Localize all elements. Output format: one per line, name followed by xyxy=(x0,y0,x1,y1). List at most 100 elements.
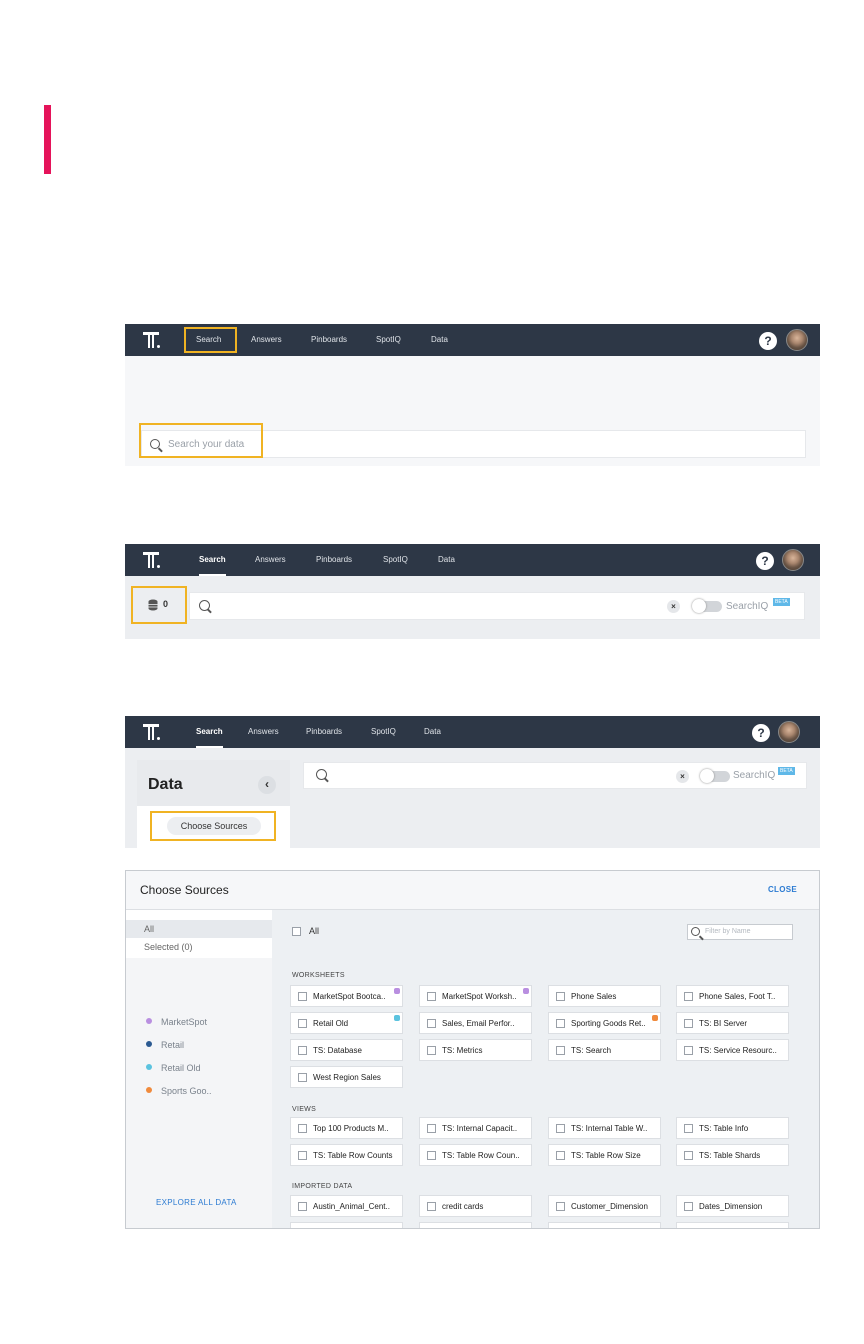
nav-spotiq[interactable]: SpotIQ xyxy=(383,544,408,576)
help-icon[interactable]: ? xyxy=(756,552,774,570)
source-card[interactable]: TS: Table Row Coun.. xyxy=(419,1144,532,1166)
source-card[interactable]: West Region Sales xyxy=(290,1066,403,1088)
source-card[interactable]: TS: Internal Capacit.. xyxy=(419,1117,532,1139)
legend-label: Retail Old xyxy=(161,1063,201,1073)
nav-spotiq[interactable]: SpotIQ xyxy=(376,324,401,356)
source-checkbox[interactable] xyxy=(556,1151,565,1160)
filter-all[interactable]: All xyxy=(126,920,272,938)
source-card[interactable]: TS: Service Resourc.. xyxy=(676,1039,789,1061)
source-checkbox[interactable] xyxy=(427,1019,436,1028)
source-card[interactable]: Austin_Animal_Cent.. xyxy=(290,1195,403,1217)
source-card[interactable]: Top 100 Products M.. xyxy=(290,1117,403,1139)
source-card[interactable]: TS: Search xyxy=(548,1039,661,1061)
source-checkbox[interactable] xyxy=(427,992,436,1001)
nav-answers[interactable]: Answers xyxy=(248,716,279,748)
source-checkbox[interactable] xyxy=(556,992,565,1001)
thoughtspot-logo-icon[interactable] xyxy=(143,724,161,742)
source-card[interactable]: Retail Old xyxy=(290,1012,403,1034)
source-checkbox[interactable] xyxy=(427,1124,436,1133)
avatar[interactable] xyxy=(782,549,804,571)
close-button[interactable]: CLOSE xyxy=(768,885,797,894)
source-card[interactable]: TS: Table Row Counts xyxy=(290,1144,403,1166)
source-checkbox[interactable] xyxy=(556,1046,565,1055)
avatar[interactable] xyxy=(778,721,800,743)
filter-selected[interactable]: Selected (0) xyxy=(126,938,272,958)
source-checkbox[interactable] xyxy=(556,1124,565,1133)
source-card[interactable] xyxy=(290,1222,403,1228)
legend-retail-old[interactable]: Retail Old xyxy=(146,1063,201,1073)
nav-search[interactable]: Search xyxy=(199,544,226,576)
source-checkbox[interactable] xyxy=(684,1202,693,1211)
thoughtspot-logo-icon[interactable] xyxy=(143,332,161,350)
searchiq-toggle[interactable] xyxy=(700,769,730,783)
source-card[interactable] xyxy=(419,1222,532,1228)
nav-data[interactable]: Data xyxy=(431,324,448,356)
nav-answers[interactable]: Answers xyxy=(255,544,286,576)
source-card[interactable] xyxy=(548,1222,661,1228)
thoughtspot-logo-icon[interactable] xyxy=(143,552,161,570)
source-card[interactable]: TS: BI Server xyxy=(676,1012,789,1034)
source-card[interactable] xyxy=(676,1222,789,1228)
clear-search-icon[interactable]: × xyxy=(667,600,680,613)
help-icon[interactable]: ? xyxy=(752,724,770,742)
nav-pinboards[interactable]: Pinboards xyxy=(306,716,342,748)
explore-all-data-link[interactable]: EXPLORE ALL DATA xyxy=(156,1198,237,1207)
nav-answers[interactable]: Answers xyxy=(251,324,282,356)
legend-retail[interactable]: Retail xyxy=(146,1040,184,1050)
source-card[interactable]: credit cards xyxy=(419,1195,532,1217)
select-all-checkbox[interactable] xyxy=(292,927,301,936)
nav-pinboards[interactable]: Pinboards xyxy=(316,544,352,576)
nav-search[interactable]: Search xyxy=(196,716,223,748)
source-card[interactable]: TS: Internal Table W.. xyxy=(548,1117,661,1139)
source-card[interactable]: TS: Metrics xyxy=(419,1039,532,1061)
source-checkbox[interactable] xyxy=(684,1019,693,1028)
source-card[interactable]: MarketSpot Bootca.. xyxy=(290,985,403,1007)
collapse-sidebar-icon[interactable]: ‹ xyxy=(258,776,276,794)
source-label: TS: BI Server xyxy=(699,1019,748,1028)
source-checkbox[interactable] xyxy=(298,1202,307,1211)
source-card[interactable]: Phone Sales, Foot T.. xyxy=(676,985,789,1007)
legend-sports-goods[interactable]: Sports Goo.. xyxy=(146,1086,212,1096)
source-checkbox[interactable] xyxy=(298,1019,307,1028)
source-checkbox[interactable] xyxy=(684,1151,693,1160)
source-card[interactable]: Sales, Email Perfor.. xyxy=(419,1012,532,1034)
source-checkbox[interactable] xyxy=(427,1046,436,1055)
search-bar[interactable]: × SearchIQ BETA xyxy=(189,592,805,620)
sidebar-title: Data xyxy=(148,776,183,793)
source-checkbox[interactable] xyxy=(556,1019,565,1028)
source-label: credit cards xyxy=(442,1202,484,1211)
clear-search-icon[interactable]: × xyxy=(676,770,689,783)
source-card[interactable]: TS: Database xyxy=(290,1039,403,1061)
select-all-label: All xyxy=(309,926,320,936)
source-card[interactable]: Phone Sales xyxy=(548,985,661,1007)
nav-pinboards[interactable]: Pinboards xyxy=(311,324,347,356)
source-checkbox[interactable] xyxy=(298,1073,307,1082)
source-label: Phone Sales, Foot T.. xyxy=(699,992,776,1001)
nav-data[interactable]: Data xyxy=(438,544,455,576)
legend-marketspot[interactable]: MarketSpot xyxy=(146,1017,207,1027)
filter-by-name-input[interactable]: Filter by Name xyxy=(687,924,793,940)
help-icon[interactable]: ? xyxy=(759,332,777,350)
source-card[interactable]: MarketSpot Worksh.. xyxy=(419,985,532,1007)
source-checkbox[interactable] xyxy=(684,1046,693,1055)
nav-spotiq[interactable]: SpotIQ xyxy=(371,716,396,748)
source-checkbox[interactable] xyxy=(684,1124,693,1133)
avatar[interactable] xyxy=(786,329,808,351)
source-card[interactable]: TS: Table Row Size xyxy=(548,1144,661,1166)
source-checkbox[interactable] xyxy=(298,992,307,1001)
source-checkbox[interactable] xyxy=(298,1124,307,1133)
source-card[interactable]: Customer_Dimension xyxy=(548,1195,661,1217)
source-checkbox[interactable] xyxy=(298,1151,307,1160)
source-checkbox[interactable] xyxy=(298,1046,307,1055)
nav-data[interactable]: Data xyxy=(424,716,441,748)
source-checkbox[interactable] xyxy=(556,1202,565,1211)
search-bar[interactable]: × SearchIQ BETA xyxy=(303,762,807,789)
source-checkbox[interactable] xyxy=(684,992,693,1001)
source-checkbox[interactable] xyxy=(427,1202,436,1211)
source-card[interactable]: TS: Table Info xyxy=(676,1117,789,1139)
source-card[interactable]: Sporting Goods Ret.. xyxy=(548,1012,661,1034)
source-card[interactable]: TS: Table Shards xyxy=(676,1144,789,1166)
source-card[interactable]: Dates_Dimension xyxy=(676,1195,789,1217)
searchiq-toggle[interactable] xyxy=(692,599,722,613)
source-checkbox[interactable] xyxy=(427,1151,436,1160)
